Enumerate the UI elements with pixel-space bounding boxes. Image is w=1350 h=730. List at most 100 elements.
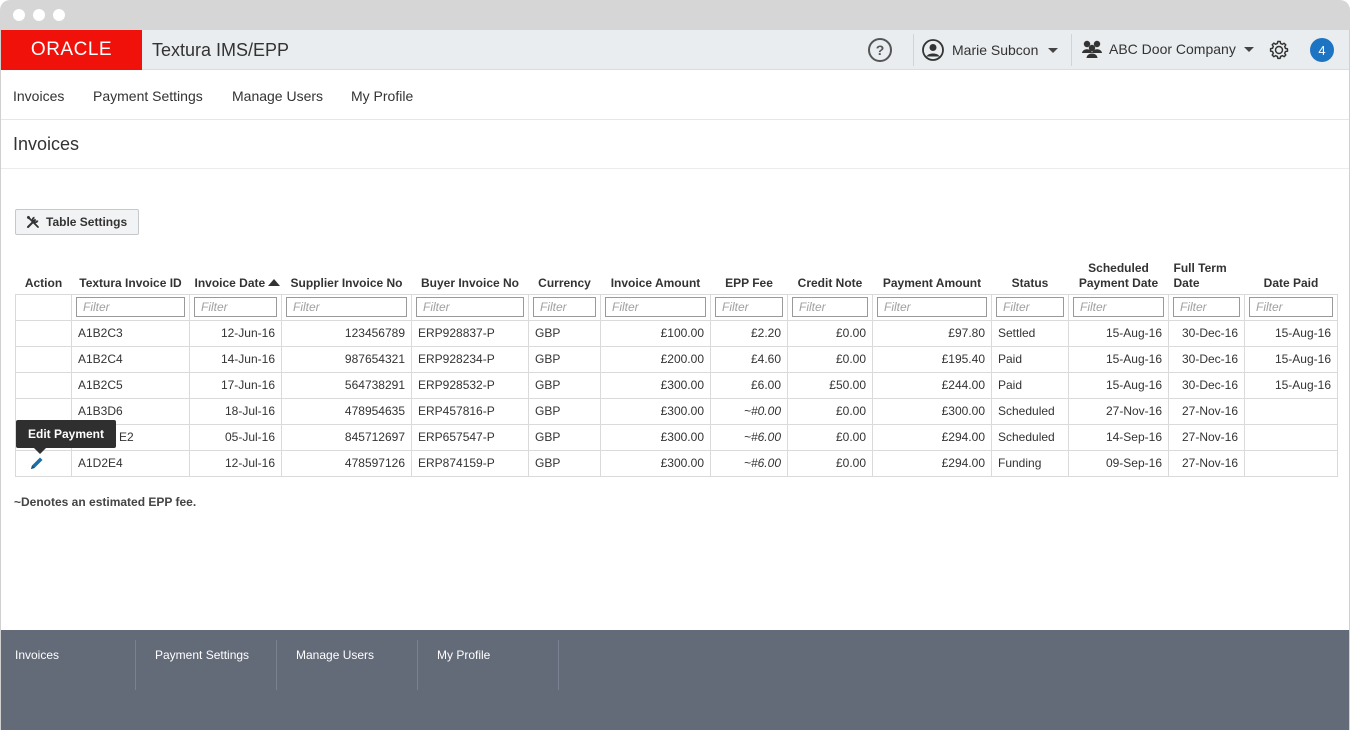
column-header-credit-note[interactable]: Credit Note — [788, 256, 873, 294]
supplier-invoice-no-cell: 564738291 — [281, 371, 412, 399]
chevron-down-icon — [1048, 47, 1059, 53]
filter-credit-note[interactable] — [792, 297, 868, 317]
window-maximize-button[interactable] — [53, 9, 65, 21]
payment-amount-cell: £97.80 — [872, 319, 992, 347]
invoice-id-link[interactable]: A1D2E4 — [71, 449, 190, 477]
invoice-date-cell: 17-Jun-16 — [189, 371, 282, 399]
column-header-full-term-date[interactable]: Full Term Date — [1169, 256, 1245, 294]
column-header-invoice-id[interactable]: Textura Invoice ID — [72, 256, 190, 294]
nav-item-my-profile[interactable]: My Profile — [351, 88, 413, 104]
invoice-id-link[interactable]: A1B2C5 — [71, 371, 190, 399]
buyer-invoice-no-cell: ERP928532-P — [411, 371, 529, 399]
epp-fee-cell: £6.00 — [710, 371, 788, 399]
page-title: Invoices — [13, 134, 80, 154]
window-close-button[interactable] — [13, 9, 25, 21]
footer-link-manage-users[interactable]: Manage Users — [296, 640, 418, 690]
epp-fee-cell: ~#6.00 — [710, 423, 788, 451]
filter-payment-amount[interactable] — [877, 297, 987, 317]
column-header-epp-fee[interactable]: EPP Fee — [711, 256, 788, 294]
currency-cell: GBP — [528, 371, 601, 399]
action-cell — [15, 345, 72, 373]
currency-cell: GBP — [528, 345, 601, 373]
status-cell: Scheduled — [991, 397, 1069, 425]
notification-badge[interactable]: 4 — [1310, 38, 1334, 62]
filter-currency[interactable] — [533, 297, 596, 317]
user-menu[interactable]: Marie Subcon — [922, 39, 1059, 61]
invoice-id-link[interactable]: A1B2C3 — [71, 319, 190, 347]
filter-row — [15, 293, 1338, 321]
footer-link-my-profile[interactable]: My Profile — [437, 640, 559, 690]
user-name: Marie Subcon — [952, 42, 1039, 58]
action-cell — [15, 319, 72, 347]
chevron-down-icon — [1243, 46, 1254, 52]
column-header-buyer-invoice-no[interactable]: Buyer Invoice No — [412, 256, 529, 294]
invoice-amount-cell: £300.00 — [600, 397, 711, 425]
invoice-date-cell: 14-Jun-16 — [189, 345, 282, 373]
filter-buyer-invoice-no[interactable] — [416, 297, 524, 317]
full-term-date-cell: 30-Dec-16 — [1168, 319, 1245, 347]
full-term-date-cell: 27-Nov-16 — [1168, 423, 1245, 451]
supplier-invoice-no-cell: 845712697 — [281, 423, 412, 451]
date-paid-cell — [1244, 397, 1338, 425]
supplier-invoice-no-cell: 123456789 — [281, 319, 412, 347]
window-minimize-button[interactable] — [33, 9, 45, 21]
filter-epp-fee[interactable] — [715, 297, 783, 317]
invoice-amount-cell: £300.00 — [600, 371, 711, 399]
footer-link-invoices[interactable]: Invoices — [15, 640, 136, 690]
scheduled-payment-date-cell: 15-Aug-16 — [1068, 371, 1169, 399]
status-cell: Scheduled — [991, 423, 1069, 451]
date-paid-cell — [1244, 449, 1338, 477]
gear-icon[interactable] — [1268, 39, 1290, 61]
currency-cell: GBP — [528, 449, 601, 477]
full-term-date-cell: 30-Dec-16 — [1168, 345, 1245, 373]
column-header-payment-amount[interactable]: Payment Amount — [873, 256, 992, 294]
filter-invoice-amount[interactable] — [605, 297, 706, 317]
nav-item-manage-users[interactable]: Manage Users — [232, 88, 323, 104]
filter-date-paid[interactable] — [1249, 297, 1333, 317]
tooltip-arrow — [34, 448, 46, 454]
filter-full-term-date[interactable] — [1173, 297, 1240, 317]
table-row: E2 05-Jul-16 845712697 ERP657547-P GBP £… — [15, 423, 1338, 451]
nav-item-payment-settings[interactable]: Payment Settings — [93, 88, 203, 104]
column-header-status[interactable]: Status — [992, 256, 1069, 294]
footer-link-payment-settings[interactable]: Payment Settings — [155, 640, 277, 690]
status-cell: Paid — [991, 345, 1069, 373]
table-row: A1B3D6 18-Jul-16 478954635 ERP457816-P G… — [15, 397, 1338, 425]
buyer-invoice-no-cell: ERP928234-P — [411, 345, 529, 373]
full-term-date-cell: 27-Nov-16 — [1168, 449, 1245, 477]
header-divider — [1071, 34, 1072, 66]
credit-note-cell: £0.00 — [787, 345, 873, 373]
invoice-amount-cell: £100.00 — [600, 319, 711, 347]
oracle-logo[interactable]: ORACLE — [1, 30, 142, 70]
column-header-invoice-date[interactable]: Invoice Date — [190, 256, 282, 294]
column-header-currency[interactable]: Currency — [529, 256, 601, 294]
column-header-scheduled-payment-date[interactable]: Scheduled Payment Date — [1069, 256, 1169, 294]
scheduled-payment-date-cell: 15-Aug-16 — [1068, 345, 1169, 373]
invoice-id-link[interactable]: A1B2C4 — [71, 345, 190, 373]
date-paid-cell: 15-Aug-16 — [1244, 319, 1338, 347]
filter-invoice-date[interactable] — [194, 297, 277, 317]
supplier-invoice-no-cell: 478954635 — [281, 397, 412, 425]
column-header-supplier-invoice-no[interactable]: Supplier Invoice No — [282, 256, 412, 294]
currency-cell: GBP — [528, 319, 601, 347]
filter-supplier-invoice-no[interactable] — [286, 297, 407, 317]
status-cell: Settled — [991, 319, 1069, 347]
column-header-date-paid[interactable]: Date Paid — [1245, 256, 1338, 294]
filter-invoice-id[interactable] — [76, 297, 185, 317]
status-cell: Funding — [991, 449, 1069, 477]
nav-item-invoices[interactable]: Invoices — [13, 88, 64, 104]
filter-scheduled-payment-date[interactable] — [1073, 297, 1164, 317]
help-icon[interactable]: ? — [868, 38, 892, 62]
column-header-invoice-amount[interactable]: Invoice Amount — [601, 256, 711, 294]
table-settings-button[interactable]: Table Settings — [15, 209, 139, 235]
supplier-invoice-no-cell: 987654321 — [281, 345, 412, 373]
full-term-date-cell: 30-Dec-16 — [1168, 371, 1245, 399]
company-name: ABC Door Company — [1109, 41, 1236, 57]
filter-status[interactable] — [996, 297, 1064, 317]
invoice-amount-cell: £200.00 — [600, 345, 711, 373]
buyer-invoice-no-cell: ERP874159-P — [411, 449, 529, 477]
footer: Invoices Payment Settings Manage Users M… — [1, 630, 1349, 730]
pencil-icon[interactable] — [29, 455, 45, 471]
company-menu[interactable]: ABC Door Company — [1081, 39, 1254, 59]
table-row: A1B2C3 12-Jun-16 123456789 ERP928837-P G… — [15, 319, 1338, 347]
